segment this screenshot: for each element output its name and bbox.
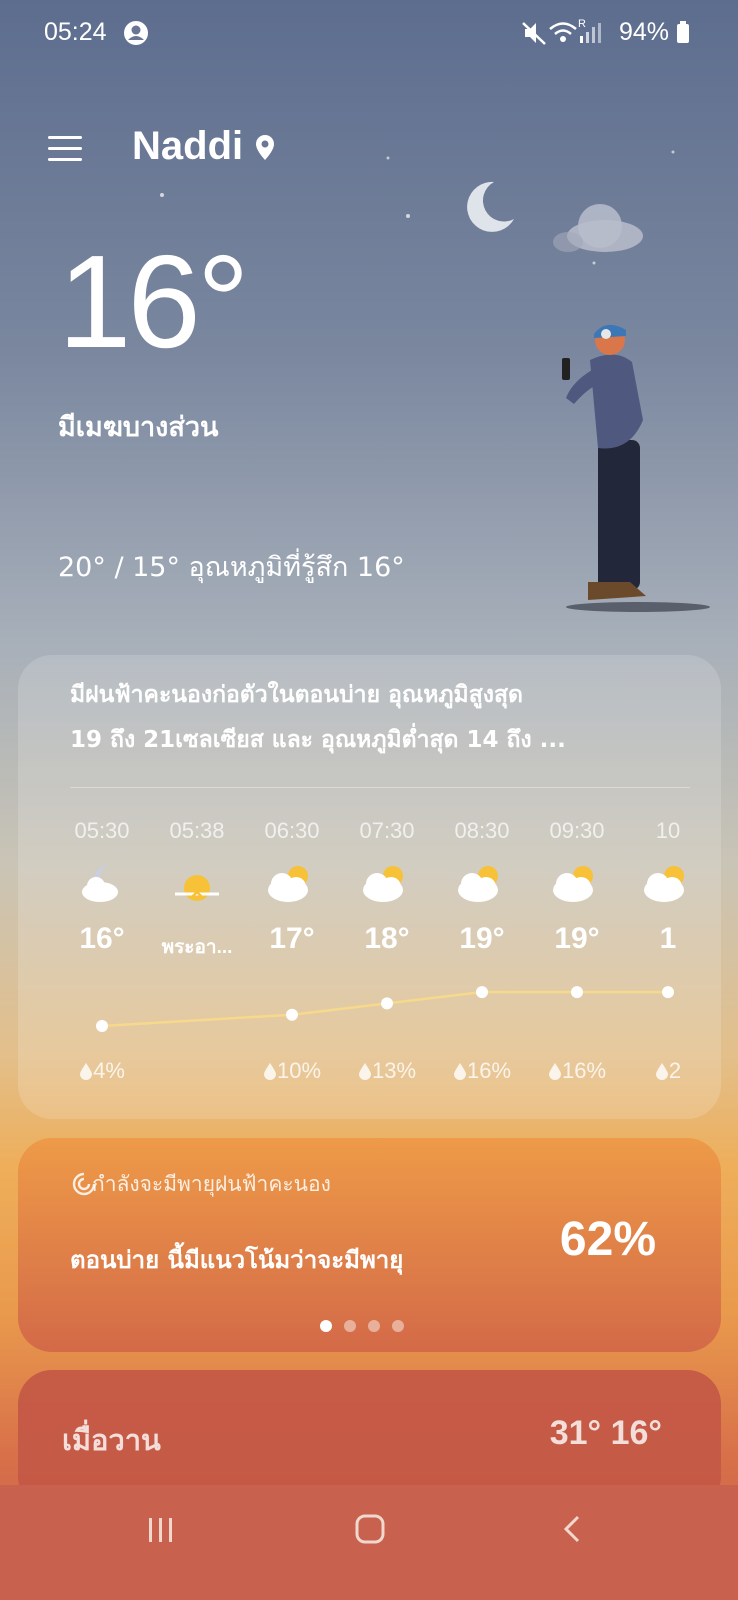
sun-cloud-icon: [244, 858, 340, 908]
hour-precipitation: 4%: [54, 1058, 150, 1084]
raindrop-icon: [358, 1063, 371, 1080]
temperature-trend-line: [96, 986, 674, 1032]
forecast-summary-line1: มีฝนฟ้าคะนองก่อตัวในตอนบ่าย อุณหภูมิสูงส…: [70, 682, 523, 708]
alert-body: ตอนบ่าย นี้มีแนวโน้มว่าจะมีพายุ: [70, 1246, 404, 1274]
hour-temperature: 18°: [364, 922, 410, 955]
hour-precipitation: 16%: [434, 1058, 530, 1084]
trend-point: [96, 1020, 108, 1032]
yesterday-label: เมื่อวาน: [62, 1423, 161, 1457]
sun-cloud-icon: [434, 858, 530, 908]
hour-temperature: 17°: [269, 922, 315, 955]
location-name[interactable]: Naddi: [132, 124, 276, 169]
raindrop-icon: [263, 1063, 276, 1080]
trend-point: [286, 1008, 298, 1021]
wifi-icon: [549, 22, 577, 42]
page-indicator-dot[interactable]: [392, 1320, 404, 1332]
page-indicator-dot[interactable]: [320, 1320, 332, 1332]
hour-temperature: 16°: [79, 922, 125, 955]
sun-cloud-icon: [620, 858, 716, 908]
trend-point: [571, 986, 583, 999]
raindrop-icon: [453, 1063, 466, 1080]
signal-icon: [580, 23, 601, 43]
recent-apps-icon[interactable]: [146, 1515, 176, 1545]
hour-time: 09:30: [549, 818, 605, 843]
sunrise-icon: [149, 858, 245, 908]
weather-app: 05:24 R 94% Naddi 16° มีเมฆบางส่วน 20° /…: [0, 0, 738, 1600]
hour-time: 06:30: [264, 818, 320, 843]
hour-temperature: 19°: [459, 922, 505, 955]
navigation-bar: [0, 1485, 738, 1600]
location-pin-icon: [256, 135, 275, 160]
hour-temperature: 19°: [554, 922, 600, 955]
hamburger-menu-icon[interactable]: [48, 134, 82, 164]
hour-time: 08:30: [454, 818, 510, 843]
page-indicator-dot[interactable]: [368, 1320, 380, 1332]
forecast-summary: มีฝนฟ้าคะนองก่อตัวในตอนบ่าย อุณหภูมิสูงส…: [70, 673, 680, 763]
alert-probability: 62%: [559, 1213, 656, 1266]
hour-precipitation: 2: [620, 1058, 716, 1084]
alert-title: กำลังจะมีพายุฝนฟ้าคะนอง: [92, 1172, 331, 1196]
hour-precipitation: 13%: [339, 1058, 435, 1084]
battery-percent: 94%: [619, 18, 690, 47]
account-circle-icon: [124, 21, 148, 45]
hour-time: 05:30: [74, 818, 130, 843]
page-indicator-dot[interactable]: [344, 1320, 356, 1332]
raindrop-icon: [80, 1063, 93, 1080]
hour-temperature: พระอา...: [161, 937, 233, 958]
yesterday-values: 31° 16°: [549, 1414, 662, 1452]
hour-time: 05:38: [169, 818, 225, 843]
trend-point: [662, 986, 674, 999]
current-temperature: 16°: [58, 228, 250, 375]
forecast-summary-line2: 19 ถึง 21เซลเซียส และ อุณหภูมิต่ำสุด 14 …: [70, 727, 566, 753]
mute-icon: [522, 22, 546, 45]
hour-temperature: 1: [659, 922, 677, 955]
current-condition: มีเมฆบางส่วน: [58, 412, 219, 443]
status-time: 05:24: [44, 18, 107, 46]
trend-point: [476, 986, 488, 999]
raindrop-icon: [548, 1063, 561, 1080]
hour-time: 10: [655, 818, 681, 843]
battery-icon: [677, 21, 689, 43]
hour-precipitation: 16%: [529, 1058, 625, 1084]
sun-cloud-icon: [529, 858, 625, 908]
divider: [70, 787, 690, 788]
hour-precipitation: 10%: [244, 1058, 340, 1084]
back-icon[interactable]: [560, 1513, 584, 1545]
moon-cloud-icon: [54, 858, 150, 908]
raindrop-icon: [655, 1063, 668, 1080]
home-icon[interactable]: [354, 1513, 386, 1545]
hour-time: 07:30: [359, 818, 415, 843]
high-low-feels-like: 20° / 15° อุณหภูมิที่รู้สึก 16°: [58, 552, 405, 583]
trend-point: [381, 997, 393, 1010]
sun-cloud-icon: [339, 858, 435, 908]
